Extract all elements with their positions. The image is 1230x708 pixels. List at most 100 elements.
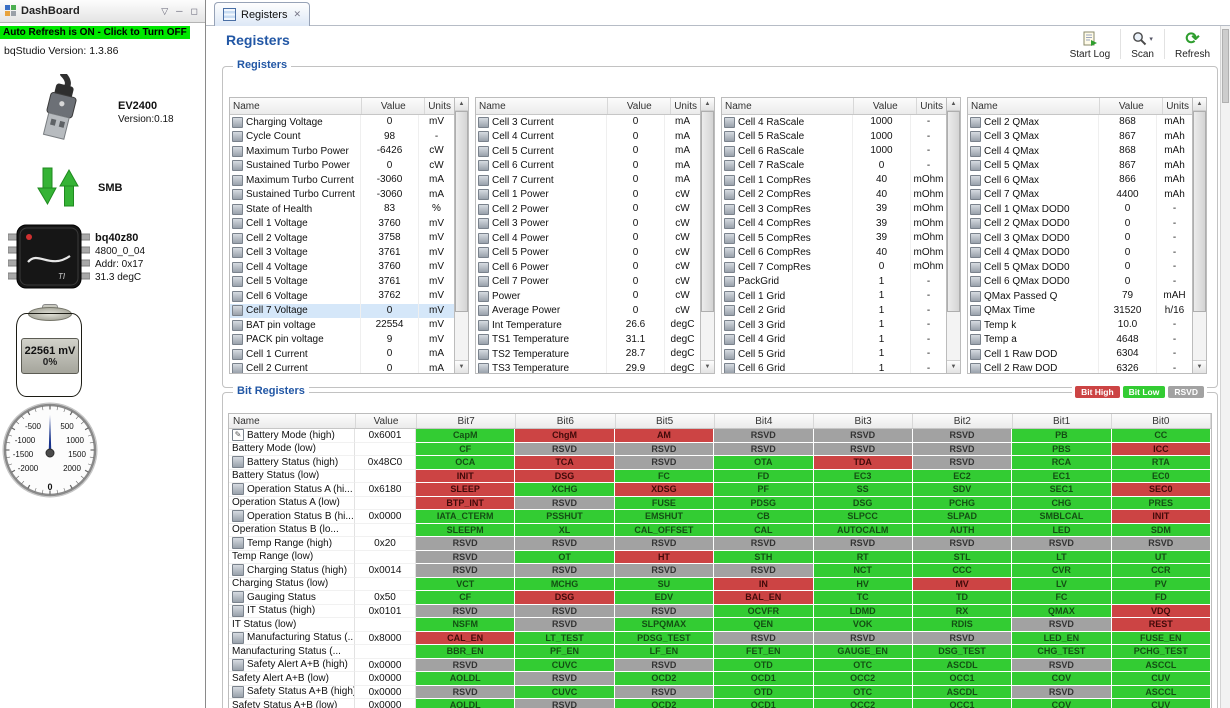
register-row[interactable]: Cell 1 Grid 1 - xyxy=(722,289,946,304)
register-row[interactable]: Cell 4 Voltage 3760 mV xyxy=(230,260,454,275)
register-row[interactable]: Cell 4 Current 0 mA xyxy=(476,129,700,144)
register-row[interactable]: QMax Time 31520 h/16 xyxy=(968,303,1192,318)
register-row[interactable]: Charging Voltage 0 mV xyxy=(230,115,454,130)
register-row[interactable]: Cell 2 Grid 1 - xyxy=(722,303,946,318)
register-row[interactable]: Maximum Turbo Current -3060 mA xyxy=(230,173,454,188)
bit-register-row[interactable]: Battery Status (high) 0x48C0 OCA TCA RSVD OTA… xyxy=(229,456,1211,470)
bit-register-row[interactable]: Operation Status A (hi... 0x6180 SLEEP XCHG… xyxy=(229,483,1211,497)
bit-register-row[interactable]: Manufacturing Status (... 0x8000 CAL_EN LT_… xyxy=(229,631,1211,645)
register-row[interactable]: TS3 Temperature 29.9 degC xyxy=(476,361,700,373)
register-row[interactable]: Cell 4 CompRes 39 mOhm xyxy=(722,216,946,231)
register-row[interactable]: Cell 3 QMax DOD0 0 - xyxy=(968,231,1192,246)
register-row[interactable]: Cell 2 QMax 868 mAh xyxy=(968,115,1192,130)
register-row[interactable]: Cell 4 Power 0 cW xyxy=(476,231,700,246)
register-row[interactable]: Cell 3 Voltage 3761 mV xyxy=(230,245,454,260)
bit-register-row[interactable]: Operation Status A (low) BTP_INT RSVD FUSE P… xyxy=(229,496,1211,510)
register-row[interactable]: Cell 4 QMax 868 mAh xyxy=(968,144,1192,159)
bit-register-row[interactable]: Gauging Status 0x50 CF DSG EDV BAL_EN TC TD FC FD xyxy=(229,591,1211,605)
register-row[interactable]: Cell 2 Raw DOD 6326 - xyxy=(968,361,1192,373)
register-row[interactable]: Temp a 4648 - xyxy=(968,332,1192,347)
register-row[interactable]: Sustained Turbo Current -3060 mA xyxy=(230,187,454,202)
register-row[interactable]: Cell 6 Grid 1 - xyxy=(722,361,946,373)
bit-register-row[interactable]: Operation Status B (hi... 0x0000 IATA_CTER… xyxy=(229,510,1211,524)
register-row[interactable]: Cell 1 QMax DOD0 0 - xyxy=(968,202,1192,217)
register-row[interactable]: Cell 2 Voltage 3758 mV xyxy=(230,231,454,246)
register-row[interactable]: Cell 6 CompRes 40 mOhm xyxy=(722,245,946,260)
scroll-thumb[interactable] xyxy=(701,111,714,313)
bit-register-row[interactable]: Safety Status A+B (low) 0x0000 AOLDL RSVD OC… xyxy=(229,699,1211,708)
refresh-button[interactable]: ⟳ Refresh xyxy=(1166,26,1219,62)
register-row[interactable]: Cell 1 Power 0 cW xyxy=(476,187,700,202)
register-row[interactable]: Cell 2 QMax DOD0 0 - xyxy=(968,216,1192,231)
bit-register-row[interactable]: ✎ Battery Mode (high) 0x6001 CapM ChgM AM RSVD… xyxy=(229,429,1211,443)
register-row[interactable]: TS1 Temperature 31.1 degC xyxy=(476,332,700,347)
register-row[interactable]: Average Power 0 cW xyxy=(476,303,700,318)
register-row[interactable]: Cell 6 Voltage 3762 mV xyxy=(230,289,454,304)
register-row[interactable]: BAT pin voltage 22554 mV xyxy=(230,318,454,333)
table-scrollbar[interactable]: ▲ ▼ xyxy=(946,98,960,373)
main-scroll-thumb[interactable] xyxy=(1222,29,1229,103)
register-row[interactable]: Temp k 10.0 - xyxy=(968,318,1192,333)
register-row[interactable]: Cell 7 Power 0 cW xyxy=(476,274,700,289)
register-row[interactable]: Cell 2 Power 0 cW xyxy=(476,202,700,217)
register-row[interactable]: Cell 5 Grid 1 - xyxy=(722,347,946,362)
scroll-up-icon[interactable]: ▲ xyxy=(947,98,960,111)
register-row[interactable]: Cell 6 RaScale 1000 - xyxy=(722,144,946,159)
register-row[interactable]: Cell 6 QMax DOD0 0 - xyxy=(968,274,1192,289)
register-row[interactable]: Cell 4 Grid 1 - xyxy=(722,332,946,347)
register-row[interactable]: QMax Passed Q 79 mAH xyxy=(968,289,1192,304)
register-row[interactable]: Power 0 cW xyxy=(476,289,700,304)
scan-dropdown-icon[interactable]: ▾ xyxy=(1149,35,1153,43)
bit-register-row[interactable]: Safety Status A+B (high) 0x0000 RSVD CUVC RS… xyxy=(229,685,1211,699)
bit-register-row[interactable]: Battery Mode (low) CF RSVD RSVD RSVD RSVD RSVD… xyxy=(229,442,1211,456)
start-log-button[interactable]: Start Log xyxy=(1061,26,1120,62)
register-row[interactable]: Cell 6 QMax 866 mAh xyxy=(968,173,1192,188)
bit-register-row[interactable]: IT Status (high) 0x0101 RSVD RSVD RSVD OCVFR L… xyxy=(229,604,1211,618)
register-row[interactable]: Cell 5 Current 0 mA xyxy=(476,144,700,159)
bit-register-row[interactable]: Charging Status (low) VCT MCHG SU IN HV MV LV PV xyxy=(229,577,1211,591)
register-row[interactable]: PACK pin voltage 9 mV xyxy=(230,332,454,347)
register-row[interactable]: Cell 5 QMax DOD0 0 - xyxy=(968,260,1192,275)
register-row[interactable]: Cell 2 Current 0 mA xyxy=(230,361,454,373)
bit-register-row[interactable]: Temp Range (high) 0x20 RSVD RSVD RSVD RSVD RSV… xyxy=(229,537,1211,551)
scroll-thumb[interactable] xyxy=(1193,111,1206,313)
register-row[interactable]: Cell 3 Current 0 mA xyxy=(476,115,700,130)
register-row[interactable]: Cell 3 Power 0 cW xyxy=(476,216,700,231)
register-row[interactable]: Cell 1 Voltage 3760 mV xyxy=(230,216,454,231)
register-row[interactable]: Cell 3 CompRes 39 mOhm xyxy=(722,202,946,217)
scroll-down-icon[interactable]: ▼ xyxy=(947,360,960,373)
scroll-up-icon[interactable]: ▲ xyxy=(1193,98,1206,111)
register-row[interactable]: Maximum Turbo Power -6426 cW xyxy=(230,144,454,159)
bit-register-row[interactable]: Battery Status (low) INIT DSG FC FD EC3 EC2 EC1… xyxy=(229,469,1211,483)
register-row[interactable]: Cell 1 CompRes 40 mOhm xyxy=(722,173,946,188)
register-row[interactable]: Cell 5 RaScale 1000 - xyxy=(722,129,946,144)
bit-register-row[interactable]: Safety Alert A+B (high) 0x0000 RSVD CUVC RSV… xyxy=(229,658,1211,672)
register-row[interactable]: Cell 7 Voltage 0 mV xyxy=(230,303,454,318)
register-row[interactable]: Cell 4 QMax DOD0 0 - xyxy=(968,245,1192,260)
register-row[interactable]: Cell 1 Raw DOD 6304 - xyxy=(968,347,1192,362)
table-scrollbar[interactable]: ▲ ▼ xyxy=(700,98,714,373)
register-row[interactable]: Cell 7 CompRes 0 mOhm xyxy=(722,260,946,275)
scroll-down-icon[interactable]: ▼ xyxy=(701,360,714,373)
bit-register-row[interactable]: Operation Status B (lo... SLEEPM XL CAL_OFF… xyxy=(229,523,1211,537)
register-row[interactable]: Cell 2 CompRes 40 mOhm xyxy=(722,187,946,202)
register-row[interactable]: Cell 3 Grid 1 - xyxy=(722,318,946,333)
tab-registers[interactable]: Registers ✕ xyxy=(214,2,311,26)
register-row[interactable]: Cell 7 QMax 4400 mAh xyxy=(968,187,1192,202)
register-row[interactable]: Sustained Turbo Power 0 cW xyxy=(230,158,454,173)
register-row[interactable]: Int Temperature 26.6 degC xyxy=(476,318,700,333)
scroll-up-icon[interactable]: ▲ xyxy=(701,98,714,111)
scan-button[interactable]: ▾ Scan xyxy=(1122,26,1163,62)
register-row[interactable]: State of Health 83% xyxy=(230,202,454,217)
table-scrollbar[interactable]: ▲ ▼ xyxy=(454,98,468,373)
register-row[interactable]: Cell 1 Current 0 mA xyxy=(230,347,454,362)
bit-register-row[interactable]: Charging Status (high) 0x0014 RSVD RSVD RSVD… xyxy=(229,564,1211,578)
register-row[interactable]: TS2 Temperature 28.7 degC xyxy=(476,347,700,362)
table-scrollbar[interactable]: ▲ ▼ xyxy=(1192,98,1206,373)
scroll-thumb[interactable] xyxy=(455,111,468,313)
register-row[interactable]: PackGrid 1 - xyxy=(722,274,946,289)
tab-close-icon[interactable]: ✕ xyxy=(293,9,301,20)
register-row[interactable]: Cycle Count 98 - xyxy=(230,129,454,144)
bit-register-row[interactable]: Temp Range (low) RSVD OT HT STH RT STL LT UT xyxy=(229,550,1211,564)
register-row[interactable]: Cell 6 Power 0 cW xyxy=(476,260,700,275)
